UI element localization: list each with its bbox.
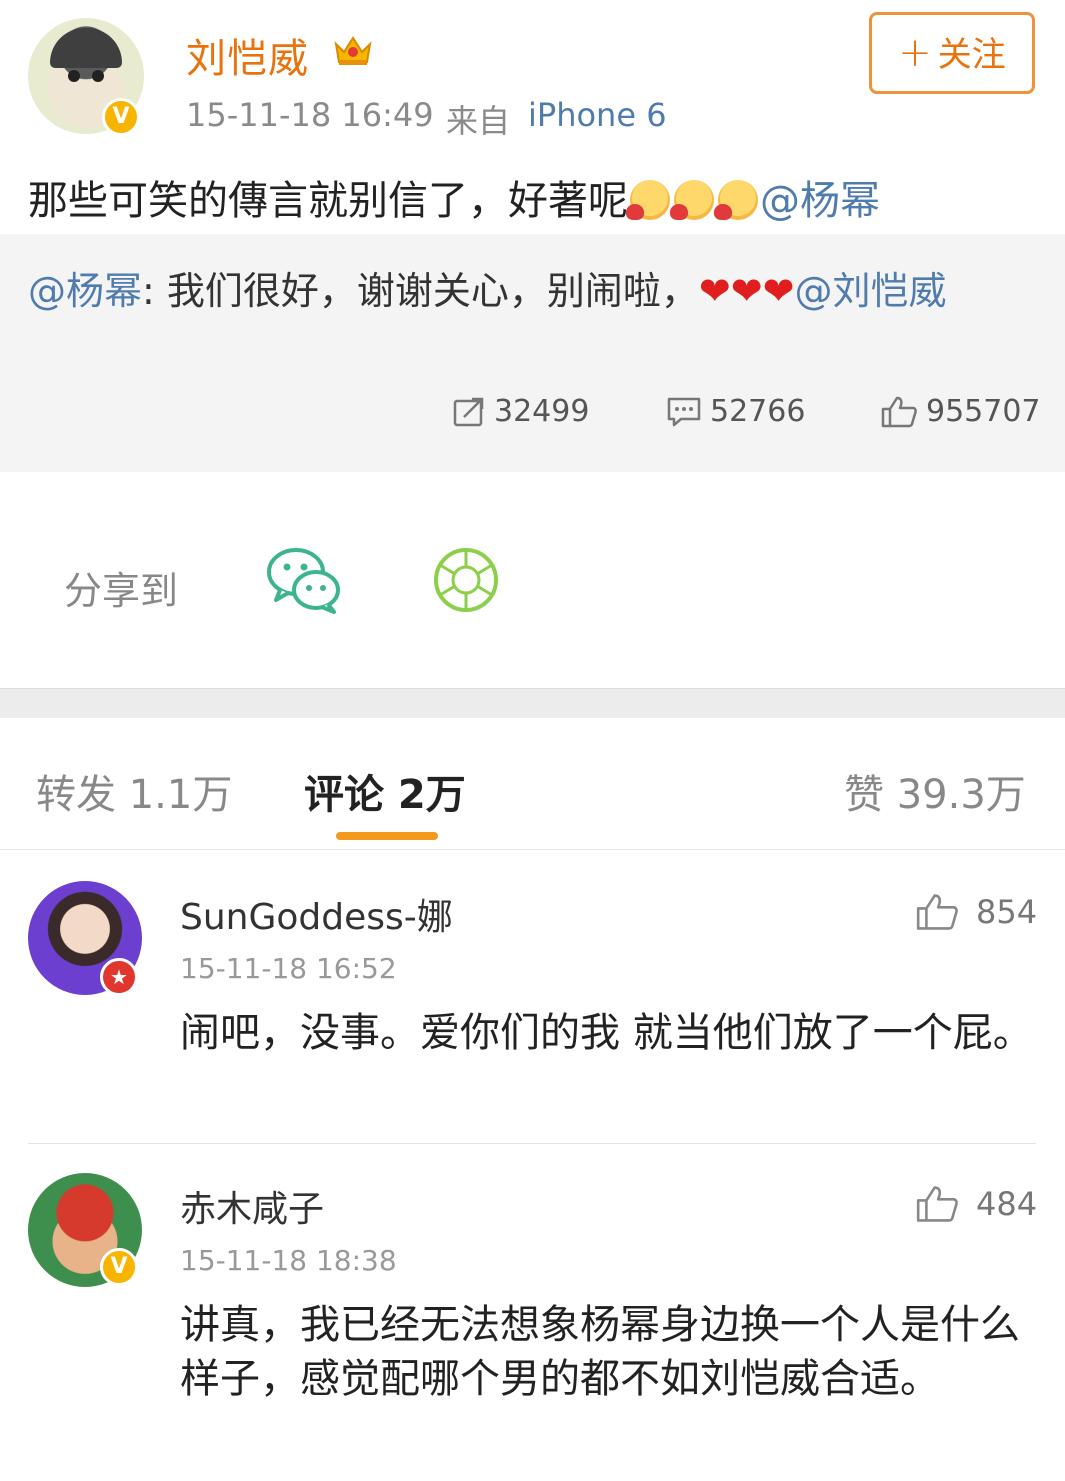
follow-button[interactable]: + 关注 <box>869 12 1035 94</box>
comment-count: 52766 <box>710 394 806 429</box>
plus-icon: + <box>898 30 932 76</box>
comment-stat[interactable]: 52766 <box>666 394 805 429</box>
comment-text: 讲真，我已经无法想象杨幂身边换一个人是什么样子，感觉配哪个男的都不如刘恺威合适。 <box>180 1302 1020 1402</box>
quoted-post[interactable]: @杨幂: 我们很好，谢谢关心，别闹啦，❤❤❤@刘恺威 32499 52766 9… <box>0 234 1065 472</box>
comment-like-count: 854 <box>976 893 1038 931</box>
moments-icon[interactable] <box>432 546 500 614</box>
comment-text: 闹吧，没事。爱你们的我 就当他们放了一个屁。 <box>180 1010 1033 1056</box>
blush-emoji-icon <box>626 180 670 220</box>
avatar-hat-shape <box>50 28 122 68</box>
comment-timestamp: 15-11-18 18:38 <box>180 1244 397 1277</box>
repost-icon <box>453 397 484 426</box>
avatar-eye <box>68 70 80 82</box>
source-device-link[interactable]: iPhone 6 <box>528 96 667 134</box>
share-row: 分享到 <box>0 472 1065 688</box>
tab-repost[interactable]: 转发 1.1万 <box>36 762 232 820</box>
tab-comment[interactable]: 评论 2万 <box>304 762 466 820</box>
avatar-eye <box>92 70 104 82</box>
post-body: 那些可笑的傳言就别信了，好著呢 <box>28 178 628 224</box>
thumbs-up-icon <box>916 894 958 930</box>
quoted-body: : 我们很好，谢谢关心，别闹啦， <box>142 269 699 313</box>
mention-link[interactable]: @杨幂 <box>760 178 880 224</box>
comment-timestamp: 15-11-18 16:52 <box>180 952 397 985</box>
follow-label: 关注 <box>937 35 1006 75</box>
like-stat[interactable]: 955707 <box>880 394 1041 429</box>
like-count: 955707 <box>926 394 1041 429</box>
repost-stat[interactable]: 32499 <box>452 394 589 429</box>
wechat-icon[interactable] <box>266 546 342 614</box>
post-text: 那些可笑的傳言就别信了，好著呢 @杨幂 <box>28 168 880 226</box>
comment-like-button[interactable]: 484 <box>914 1184 1037 1224</box>
heart-emoji-icon: ❤❤❤ <box>698 269 795 313</box>
commenter-name[interactable]: SunGoddess-娜 <box>180 888 453 940</box>
quoted-text: @杨幂: 我们很好，谢谢关心，别闹啦，❤❤❤@刘恺威 <box>28 264 1038 318</box>
tab-like[interactable]: 赞 39.3万 <box>844 762 1026 820</box>
post-header: V 刘恺威 15-11-18 16:49 来自 iPhone 6 + 关注 <box>0 0 1065 160</box>
star-badge-icon: ★ <box>100 958 138 996</box>
blush-emoji-icon <box>670 180 714 220</box>
post-timestamp: 15-11-18 16:49 <box>186 96 434 134</box>
quoted-trailing-mention[interactable]: @刘恺威 <box>794 269 946 313</box>
repost-count: 32499 <box>494 394 590 429</box>
comment-item: V 赤木咸子 15-11-18 18:38 484 讲真，我已经无法想象杨幂身边… <box>0 1144 1065 1481</box>
thumbs-up-icon <box>881 396 917 427</box>
author-name[interactable]: 刘恺威 <box>186 26 309 84</box>
share-label: 分享到 <box>64 569 179 613</box>
verified-icon: V <box>102 98 140 136</box>
comment-like-count: 484 <box>976 1185 1038 1223</box>
comment-like-button[interactable]: 854 <box>914 892 1037 932</box>
section-divider <box>0 688 1065 718</box>
blush-emoji-icon <box>714 180 758 220</box>
source-label: 来自 <box>446 102 511 140</box>
commenter-name[interactable]: 赤木咸子 <box>180 1180 324 1232</box>
thumbs-up-icon <box>916 1186 958 1222</box>
active-tab-indicator <box>336 832 438 840</box>
comment-item: ★ SunGoddess-娜 15-11-18 16:52 854 闹吧，没事。… <box>0 852 1065 1144</box>
crown-icon <box>334 36 372 65</box>
verified-icon: V <box>100 1248 138 1286</box>
interaction-tabs: 转发 1.1万 评论 2万 赞 39.3万 <box>0 718 1065 850</box>
comment-icon <box>667 397 701 426</box>
quoted-author-mention[interactable]: @杨幂 <box>28 269 142 313</box>
